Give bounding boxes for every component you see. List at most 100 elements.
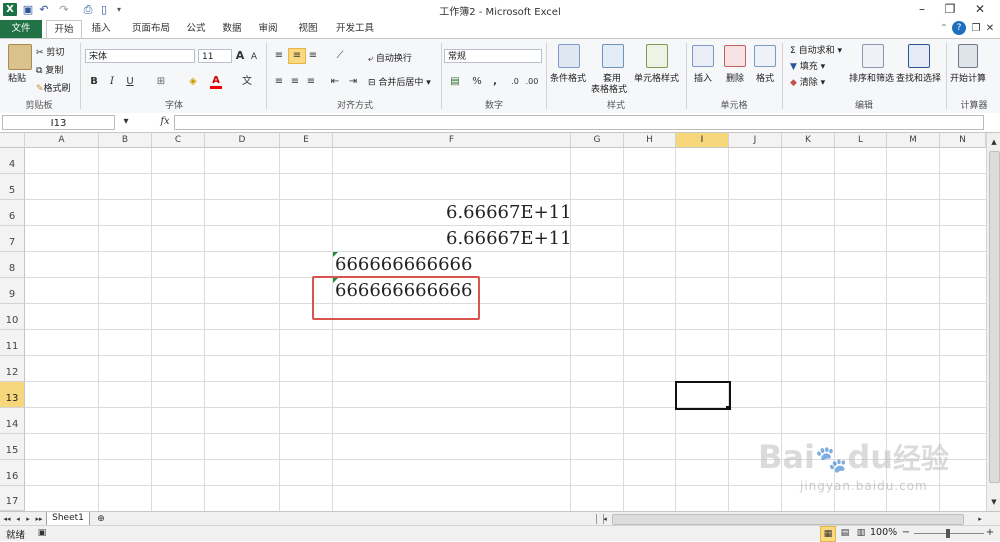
row-header-11[interactable]: 11 xyxy=(0,330,25,356)
sort-filter-button[interactable]: 排序和筛选 xyxy=(849,71,894,84)
number-format-select[interactable]: 常规 xyxy=(444,49,542,63)
align-middle-icon[interactable]: ≡ xyxy=(288,48,306,64)
column-header-m[interactable]: M xyxy=(887,133,940,148)
column-header-d[interactable]: D xyxy=(205,133,280,148)
page-break-view-icon[interactable]: ▥ xyxy=(854,526,868,540)
column-header-k[interactable]: K xyxy=(782,133,835,148)
align-right-icon[interactable]: ≡ xyxy=(304,75,318,89)
formula-input[interactable] xyxy=(174,115,984,130)
row-header-17[interactable]: 17 xyxy=(0,486,25,511)
row-header-13[interactable]: 13 xyxy=(0,382,25,408)
format-button[interactable]: 格式 xyxy=(756,71,774,84)
next-sheet-button[interactable]: ▸ xyxy=(24,512,32,526)
close-button[interactable]: ✕ xyxy=(966,1,994,18)
column-header-f[interactable]: F xyxy=(333,133,571,148)
zoom-out-button[interactable]: − xyxy=(900,526,912,540)
workbook-close-icon[interactable]: ✕ xyxy=(984,22,996,36)
worksheet-grid[interactable]: A B C D E F G H I J K L M N 4 5 6 7 8 9 … xyxy=(0,133,986,511)
tab-review[interactable]: 审阅 xyxy=(252,20,284,38)
page-layout-view-icon[interactable]: ▤ xyxy=(838,526,852,540)
row-header-10[interactable]: 10 xyxy=(0,304,25,330)
shrink-font-button[interactable]: A xyxy=(248,50,260,64)
paste-button[interactable]: 粘贴 xyxy=(8,71,26,84)
zoom-slider-thumb[interactable] xyxy=(946,529,950,538)
minimize-button[interactable]: – xyxy=(908,1,936,18)
column-header-e[interactable]: E xyxy=(280,133,333,148)
find-select-button[interactable]: 查找和选择 xyxy=(896,71,941,84)
align-bottom-icon[interactable]: ≡ xyxy=(306,49,320,63)
cell-styles-icon[interactable] xyxy=(646,44,668,68)
active-cell-i13[interactable] xyxy=(675,381,731,410)
start-calc-button[interactable]: 开始计算 xyxy=(950,71,986,84)
wrap-text-button[interactable]: ⤶ 自动换行 xyxy=(368,51,412,64)
increase-decimal-icon[interactable]: .0 xyxy=(508,75,522,89)
autosum-button[interactable]: Σ 自动求和 ▾ xyxy=(790,43,842,56)
scroll-down-icon[interactable]: ▼ xyxy=(988,495,1000,509)
insert-cells-icon[interactable] xyxy=(692,45,714,67)
column-header-b[interactable]: B xyxy=(99,133,152,148)
first-sheet-button[interactable]: ◂◂ xyxy=(2,512,12,526)
column-header-c[interactable]: C xyxy=(152,133,205,148)
calculator-icon[interactable] xyxy=(958,44,978,68)
delete-button[interactable]: 删除 xyxy=(726,71,744,84)
tab-view[interactable]: 视图 xyxy=(292,20,324,38)
scroll-left-icon[interactable]: ◂ xyxy=(600,512,610,526)
tab-formulas[interactable]: 公式 xyxy=(180,20,212,38)
column-header-g[interactable]: G xyxy=(571,133,624,148)
italic-button[interactable]: I xyxy=(106,75,118,89)
increase-indent-icon[interactable]: ⇥ xyxy=(346,75,360,89)
cell-f6[interactable]: 6.66667E+11 xyxy=(446,200,572,226)
format-as-table-line2[interactable]: 表格格式 xyxy=(591,82,627,95)
merge-center-button[interactable]: ⊟ 合并后居中 ▾ xyxy=(368,75,431,88)
font-color-button[interactable]: A xyxy=(210,75,222,89)
zoom-in-button[interactable]: + xyxy=(984,526,996,540)
cell-e8[interactable]: 666666666666 xyxy=(335,252,472,278)
insert-sheet-icon[interactable]: ⊕ xyxy=(94,512,108,526)
decrease-decimal-icon[interactable]: .00 xyxy=(524,75,540,89)
tab-data[interactable]: 数据 xyxy=(216,20,248,38)
delete-cells-icon[interactable] xyxy=(724,45,746,67)
column-header-n[interactable]: N xyxy=(940,133,986,148)
bold-button[interactable]: B xyxy=(88,75,100,89)
fill-color-icon[interactable]: ◈ xyxy=(186,75,200,89)
ribbon-collapse-icon[interactable]: ⌃ xyxy=(938,22,950,36)
scroll-right-icon[interactable]: ▸ xyxy=(975,512,985,526)
format-cells-icon[interactable] xyxy=(754,45,776,67)
horizontal-scroll-thumb[interactable] xyxy=(612,514,964,525)
name-box[interactable]: I13 xyxy=(2,115,115,130)
select-all-corner[interactable] xyxy=(0,133,25,148)
clear-button[interactable]: ◆ 清除 ▾ xyxy=(790,75,825,88)
conditional-formatting-icon[interactable] xyxy=(558,44,580,68)
decrease-indent-icon[interactable]: ⇤ xyxy=(328,75,342,89)
restore-button[interactable]: ❐ xyxy=(936,1,964,18)
cell-f7[interactable]: 6.66667E+11 xyxy=(446,226,572,252)
tab-home[interactable]: 开始 xyxy=(46,20,82,39)
column-header-h[interactable]: H xyxy=(624,133,676,148)
workbook-restore-icon[interactable]: ❐ xyxy=(970,22,982,36)
column-header-a[interactable]: A xyxy=(25,133,99,148)
row-header-7[interactable]: 7 xyxy=(0,226,25,252)
insert-function-button[interactable]: fx xyxy=(158,115,172,129)
format-as-table-icon[interactable] xyxy=(602,44,624,68)
row-header-8[interactable]: 8 xyxy=(0,252,25,278)
column-header-i[interactable]: I xyxy=(676,133,729,148)
font-name-select[interactable]: 宋体 xyxy=(85,49,195,63)
help-icon[interactable]: ? xyxy=(952,21,966,35)
macro-record-icon[interactable]: ▣ xyxy=(36,526,48,540)
name-box-dropdown-icon[interactable]: ▾ xyxy=(120,115,132,129)
find-select-icon[interactable] xyxy=(908,44,930,68)
borders-icon[interactable]: ⊞ xyxy=(154,75,168,89)
row-header-4[interactable]: 4 xyxy=(0,148,25,174)
row-header-5[interactable]: 5 xyxy=(0,174,25,200)
grow-font-button[interactable]: A xyxy=(234,49,246,63)
tab-developer[interactable]: 开发工具 xyxy=(330,20,380,38)
scroll-thumb[interactable] xyxy=(989,151,1000,483)
prev-sheet-button[interactable]: ◂ xyxy=(14,512,22,526)
tab-insert[interactable]: 插入 xyxy=(84,20,118,38)
cut-button[interactable]: ✂ 剪切 xyxy=(36,45,64,58)
copy-button[interactable]: ⧉ 复制 xyxy=(36,63,63,76)
currency-icon[interactable]: ▤ xyxy=(446,75,464,89)
font-size-select[interactable]: 11 xyxy=(198,49,232,63)
comma-button[interactable]: , xyxy=(488,75,502,89)
align-top-icon[interactable]: ≡ xyxy=(272,49,286,63)
